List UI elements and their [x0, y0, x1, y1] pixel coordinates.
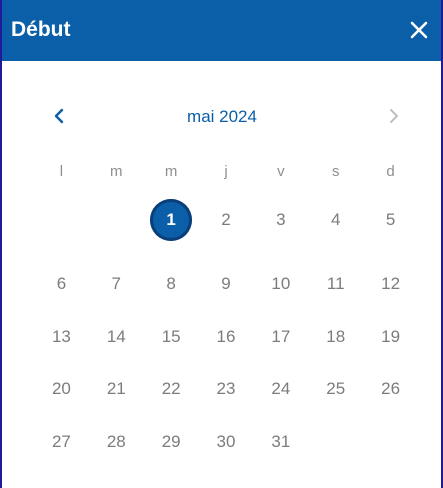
day-cell[interactable]: 7: [89, 261, 144, 307]
weekday-header-row: l m m j v s d: [34, 160, 418, 184]
day-cell[interactable]: 15: [144, 314, 199, 360]
day-cell[interactable]: 11: [308, 261, 363, 307]
calendar-week-row: 27 28 29 30 31: [34, 419, 418, 465]
empty-day-cell: [34, 197, 89, 243]
day-cell[interactable]: 20: [34, 366, 89, 412]
chevron-right-icon: [383, 109, 403, 130]
calendar-week-row: 13 14 15 16 17 18 19: [34, 314, 418, 360]
day-cell[interactable]: 26: [363, 366, 418, 412]
day-cell[interactable]: 31: [253, 419, 308, 465]
dialog-title: Début: [11, 18, 71, 41]
previous-month-button[interactable]: [50, 106, 70, 126]
month-label: mai 2024: [187, 107, 257, 126]
day-cell[interactable]: 13: [34, 314, 89, 360]
day-cell[interactable]: 16: [199, 314, 254, 360]
dialog-header: Début: [2, 0, 441, 61]
calendar-week-row: 20 21 22 23 24 25 26: [34, 366, 418, 412]
weekday-label: m: [164, 163, 178, 180]
day-cell[interactable]: 5: [363, 197, 418, 243]
weekday-label: s: [331, 163, 340, 180]
day-cell[interactable]: 23: [199, 366, 254, 412]
day-cell[interactable]: 4: [308, 197, 363, 243]
weekday-label: j: [224, 163, 228, 180]
day-cell[interactable]: 25: [308, 366, 363, 412]
day-cell[interactable]: 14: [89, 314, 144, 360]
day-cell[interactable]: 17: [253, 314, 308, 360]
day-cell[interactable]: 10: [253, 261, 308, 307]
day-cell[interactable]: 9: [199, 261, 254, 307]
calendar-week-row: 6 7 8 9 10 11 12: [34, 261, 418, 307]
empty-day-cell: [363, 419, 418, 465]
empty-day-cell: [308, 419, 363, 465]
day-cell[interactable]: 6: [34, 261, 89, 307]
date-picker-dialog: Début mai 2024 l m m j v s d 1 2 3 4 5 6…: [0, 0, 443, 488]
day-cell[interactable]: 19: [363, 314, 418, 360]
selected-day-circle: 1: [150, 199, 193, 241]
close-icon: [406, 17, 432, 43]
day-cell[interactable]: 3: [253, 197, 308, 243]
next-month-button[interactable]: [383, 106, 403, 126]
day-cell[interactable]: 8: [144, 261, 199, 307]
chevron-left-icon: [50, 108, 70, 130]
day-cell[interactable]: 2: [199, 197, 254, 243]
weekday-label: v: [277, 163, 285, 180]
day-cell[interactable]: 24: [253, 366, 308, 412]
day-cell[interactable]: 22: [144, 366, 199, 412]
empty-day-cell: [89, 197, 144, 243]
day-cell[interactable]: 12: [363, 261, 418, 307]
day-cell[interactable]: 21: [89, 366, 144, 412]
close-button[interactable]: [406, 17, 432, 43]
day-cell[interactable]: 30: [199, 419, 254, 465]
day-cell[interactable]: 28: [89, 419, 144, 465]
calendar-week-row: 1 2 3 4 5: [34, 197, 418, 243]
day-cell[interactable]: 29: [144, 419, 199, 465]
day-cell[interactable]: 27: [34, 419, 89, 465]
day-cell[interactable]: 18: [308, 314, 363, 360]
month-navigation: mai 2024: [2, 98, 441, 138]
weekday-label: l: [59, 163, 64, 180]
selected-day-cell[interactable]: 1: [144, 197, 199, 243]
weekday-label: m: [110, 163, 123, 180]
weekday-label: d: [386, 163, 395, 180]
